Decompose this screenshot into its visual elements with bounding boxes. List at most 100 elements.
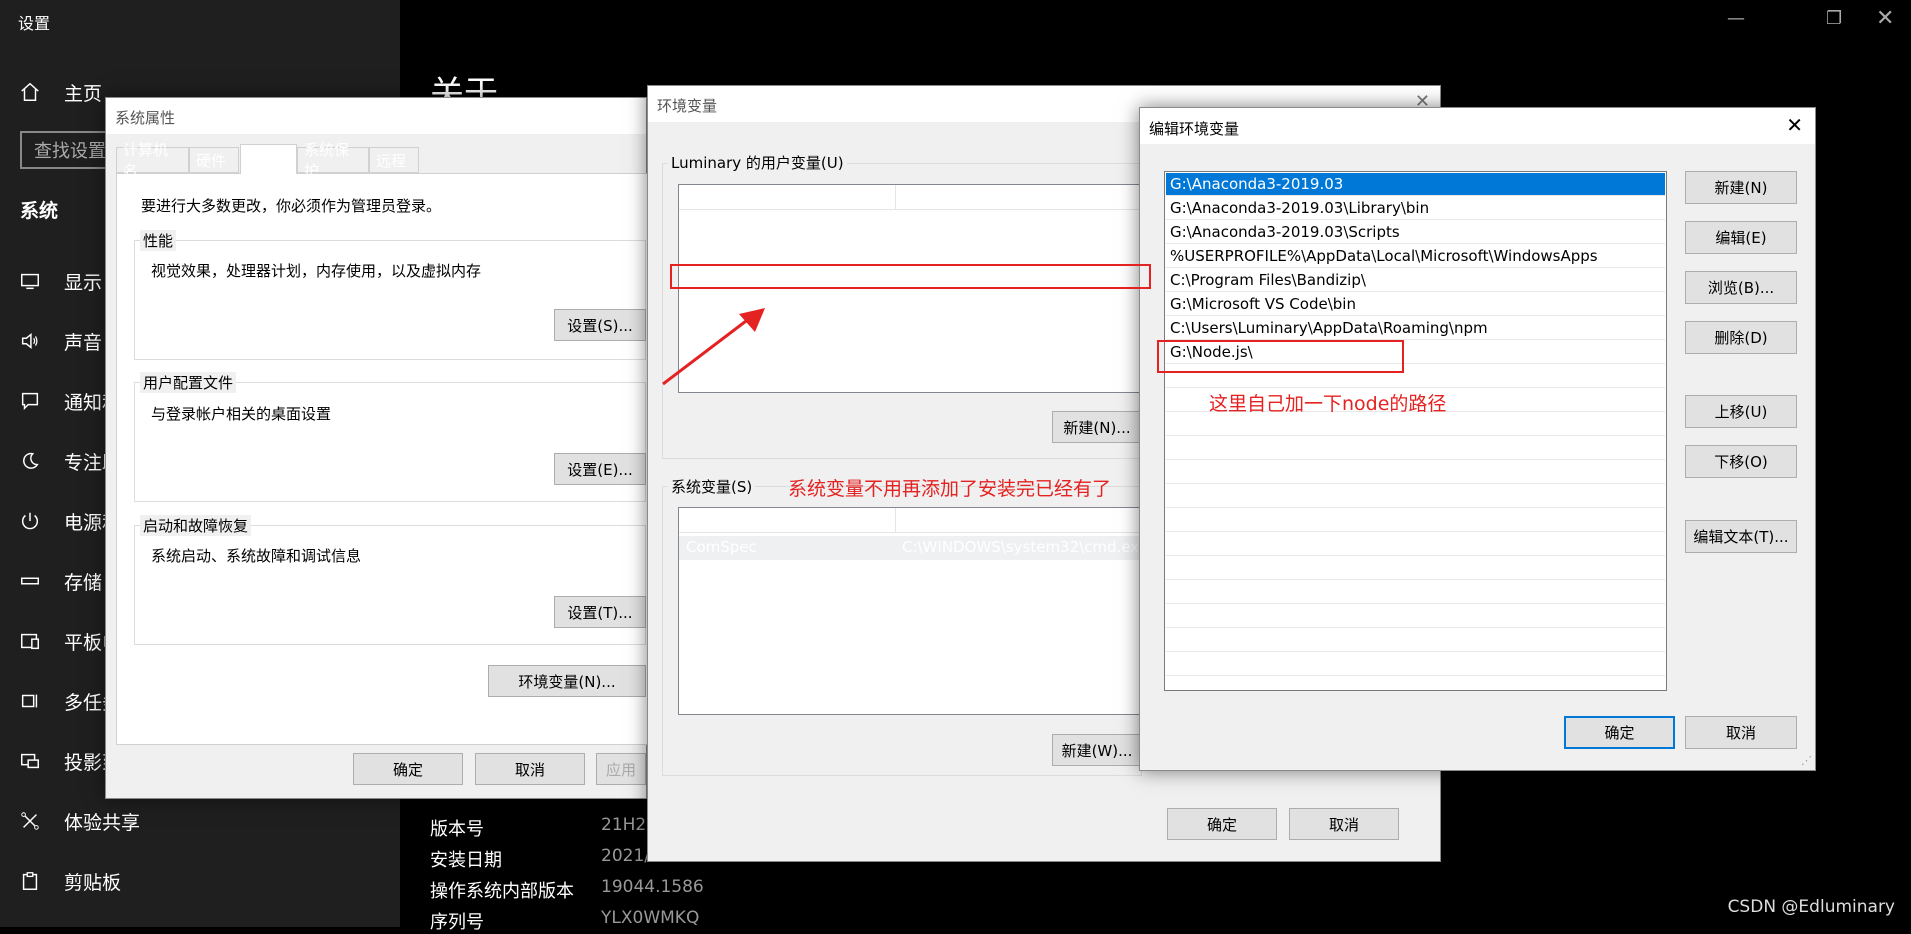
cancel-button[interactable]: 取消 [475,753,585,785]
var-value: C:\Users\Luminary\OneDrive [902,215,1116,233]
tab-advanced[interactable]: 高级 [240,144,297,174]
table-row[interactable]: OneDrive C:\Users\Luminary\OneDrive [679,213,1142,237]
ok-button[interactable]: 确定 [353,753,463,785]
var-value: 6 [902,586,912,604]
user-profile-settings-button[interactable]: 设置(E)... [554,453,646,485]
project-icon [18,749,42,773]
group-title: 性能 [140,230,177,251]
tab-remote[interactable]: 远程 [369,147,419,173]
cancel-button[interactable]: 取消 [1685,716,1797,749]
apply-button[interactable]: 应用 [596,753,646,785]
empty-list-row[interactable] [1166,437,1665,460]
group-title: Luminary 的用户变量(U) [668,152,847,173]
table-row[interactable]: ComSpec C:\WINDOWS\system32\cmd.exe [679,536,1142,560]
dialog-title: 系统属性 [115,109,176,127]
list-item[interactable]: G:\Anaconda3-2019.03 [1166,173,1665,196]
system-variables-note: 系统变量不用再添加了安装完已经有了 [788,478,1112,500]
nav-item-label: 剪贴板 [64,871,122,894]
empty-list-row[interactable] [1166,605,1665,628]
user-new-button[interactable]: 新建(N)... [1052,411,1142,443]
node-path-note: 这里自己加一下node的路径 [1209,393,1447,415]
column-header-value[interactable]: 值 [902,511,917,532]
browse-button[interactable]: 浏览(B)... [1685,271,1797,304]
ok-button[interactable]: 确定 [1167,808,1277,840]
about-value: YLX0WMKQ [601,908,700,928]
tab-system-protection[interactable]: 系统保护 [297,141,369,180]
new-button[interactable]: 新建(N) [1685,171,1797,204]
path-list[interactable]: G:\Anaconda3-2019.03 G:\Anaconda3-2019.0… [1164,171,1667,691]
group-desc: 系统启动、系统故障和调试信息 [151,547,362,565]
edit-text-button[interactable]: 编辑文本(T)... [1685,520,1797,553]
list-item[interactable]: C:\Program Files\Bandizip\ [1166,269,1665,292]
edit-button[interactable]: 编辑(E) [1685,221,1797,254]
var-name: OS [686,610,708,628]
about-value: 2021/ [601,846,650,866]
var-name: PATHEXT [686,658,753,676]
empty-list-row[interactable] [1166,413,1665,436]
column-header-variable[interactable]: 变量 [686,511,716,532]
section-heading: 系统 [20,200,59,222]
clipboard-icon [18,869,42,893]
startup-settings-button[interactable]: 设置(T)... [554,596,646,628]
home-icon [18,80,42,104]
focus-icon [18,449,42,473]
nav-item-share[interactable]: 体验共享 [18,806,398,836]
performance-settings-button[interactable]: 设置(S)... [554,309,646,341]
table-row[interactable]: PROCESSOR_ARCHITECTURE AMD64 [679,680,1142,704]
list-item[interactable]: G:\Microsoft VS Code\bin [1166,293,1665,316]
edit-environment-variable-dialog: 编辑环境变量 ✕ G:\Anaconda3-2019.03 G:\Anacond… [1139,107,1816,771]
table-row[interactable]: PATHEXT .COM;.EXE;.BAT;.CMD;.VBS;.VBE;. [679,656,1142,680]
table-row[interactable]: PROCESSOR_IDENTIFIER Intel64 Family 6 Mod… [679,704,1142,715]
var-name: OneDrive [686,215,757,233]
nav-item-label: 主页 [64,82,103,105]
dialog-title: 编辑环境变量 [1149,120,1240,138]
table-row[interactable]: DriverData C:\Windows\System32\Drivers\D [679,560,1142,584]
list-item[interactable]: %USERPROFILE%\AppData\Local\Microsoft\Wi… [1166,245,1665,268]
group-desc: 与登录帐户相关的桌面设置 [151,405,332,423]
environment-variables-button[interactable]: 环境变量(N)... [488,665,646,697]
resize-grip-icon[interactable]: ⋰ [1801,754,1812,767]
close-icon[interactable]: ✕ [1786,113,1803,137]
minimize-icon[interactable]: — [1727,8,1745,29]
highlight-box-path [670,264,1151,289]
group-desc: 视觉效果，处理器计划，内存使用，以及虚拟内存 [151,262,482,280]
close-icon[interactable]: ✕ [1876,6,1894,31]
list-item[interactable]: C:\Users\Luminary\AppData\Roaming\npm [1166,317,1665,340]
nav-item-clipboard[interactable]: 剪贴板 [18,866,398,896]
table-row[interactable]: Path C:\WINDOWS\system32;C:\WIND [679,632,1142,656]
empty-list-row[interactable] [1166,533,1665,556]
delete-button[interactable]: 删除(D) [1685,321,1797,354]
system-variables-list[interactable]: 变量 值 ComSpec C:\WINDOWS\system32\cmd.exe … [678,507,1143,715]
var-value: C:\Users\Luminary\AppData\Local [902,287,1143,305]
var-name: NUMBER_OF_PROCESSORS [686,586,889,604]
about-value: 21H2 [601,815,647,835]
table-row[interactable]: OneDriveConsumer C:\Users\Luminary\OneDri… [679,237,1142,261]
table-row[interactable]: OS Windows_NT [679,608,1142,632]
var-value: Windows_NT [902,610,997,628]
column-header-variable[interactable]: 变量 [686,188,716,209]
empty-list-row[interactable] [1166,629,1665,652]
table-row[interactable]: NUMBER_OF_PROCESSORS 6 [679,584,1142,608]
column-header-value[interactable]: 值 [902,188,917,209]
var-value: C:\Windows\System32\Drivers\D [902,562,1143,580]
tab-computer-name[interactable]: 计算机名 [116,141,189,180]
empty-list-row[interactable] [1166,557,1665,580]
column-divider [895,185,896,209]
empty-list-row[interactable] [1166,581,1665,604]
var-name: PROCESSOR_IDENTIFIER [686,706,870,715]
list-item[interactable]: G:\Anaconda3-2019.03\Library\bin [1166,197,1665,220]
list-item[interactable]: G:\Anaconda3-2019.03\Scripts [1166,221,1665,244]
maximize-icon[interactable]: ❐ [1826,8,1842,29]
cancel-button[interactable]: 取消 [1289,808,1399,840]
system-new-button[interactable]: 新建(W)... [1052,734,1142,766]
nav-item-label: 显示 [64,271,103,294]
empty-list-row[interactable] [1166,509,1665,532]
move-up-button[interactable]: 上移(U) [1685,395,1797,428]
nav-item-label: 声音 [64,331,103,354]
empty-list-row[interactable] [1166,485,1665,508]
tab-hardware[interactable]: 硬件 [189,147,239,173]
ok-button[interactable]: 确定 [1564,716,1675,749]
empty-list-row[interactable] [1166,653,1665,676]
empty-list-row[interactable] [1166,461,1665,484]
move-down-button[interactable]: 下移(O) [1685,445,1797,478]
